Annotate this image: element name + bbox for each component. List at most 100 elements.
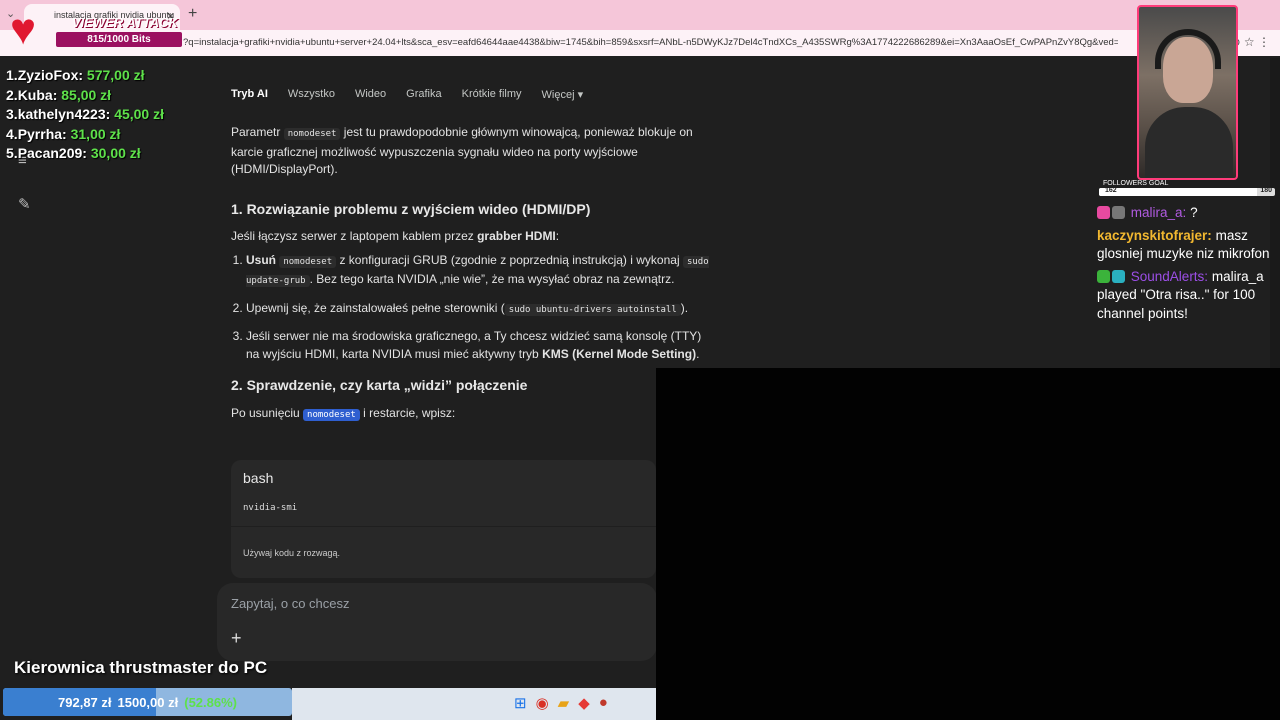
viewer-attack-widget: ♥ VIEWER ATTACK 815/1000 Bits [10,8,185,52]
donation-goal-title: Kierownica thrustmaster do PC [14,658,268,677]
code-language: bash [243,470,274,486]
donor-amount: 85,00 zł [61,86,112,103]
donor-row: 3.kathelyn4223: 45,00 zł [6,105,164,125]
tab-video[interactable]: Wideo [355,88,386,101]
tab-more[interactable]: Więcej ▾ [542,88,584,101]
tab-ai-mode[interactable]: Tryb AI [231,88,268,101]
tab-shorts[interactable]: Krótkie filmy [462,88,522,101]
donor-row: 2.Kuba: 85,00 zł [6,86,164,106]
section-heading-1: 1. Rozwiązanie problemu z wyjściem wideo… [231,200,591,217]
plus-icon[interactable]: + [231,628,242,649]
inline-code: sudo ubuntu-drivers autoinstall [504,303,681,316]
chat-message: SoundAlerts: malira_a played "Otra risa.… [1097,268,1277,324]
app-diamond-icon[interactable]: ◆ [578,694,590,712]
donor-row: 5.Pacan209: 30,00 zł [6,144,164,164]
tab-images[interactable]: Grafika [406,88,441,101]
li2-post: ). [680,300,689,315]
li3-bold: KMS (Kernel Mode Setting) [542,346,697,361]
chat-username[interactable]: kaczynskitofrajer: [1097,228,1212,243]
p1: Jeśli łączysz serwer z laptopem kablem p… [231,228,711,246]
donor-amount: 45,00 zł [114,106,165,122]
viewer-attack-title: VIEWER ATTACK [72,15,178,30]
windows-start-icon[interactable]: ⊞ [514,694,527,712]
app-tomato-icon[interactable]: ● [599,694,608,712]
top-donors: 1.ZyzioFox: 577,00 zł 2.Kuba: 85,00 zł 3… [6,66,164,164]
donor-name: Kuba: [17,86,58,103]
li1-mid: z konfiguracji GRUB (zgodnie z poprzedni… [336,252,683,267]
chat-username[interactable]: malira_a: [1131,205,1187,220]
p2-post: i restarcie, wpisz: [359,405,456,420]
inline-code: nomodeset [283,128,341,140]
goal-current: 792,87 zł [58,694,112,710]
p1-post: : [555,229,560,243]
followers-target: 180 [1260,187,1272,194]
donor-amount: 30,00 zł [90,145,141,161]
goal-percent: (52.86%) [184,694,237,710]
chat-text: ? [1190,205,1198,220]
followers-goal: FOLLOWERS GOAL 162 180 [1099,180,1275,204]
li1-post: . Bez tego karta NVIDIA „nie wie”, że ma… [309,272,675,286]
donor-name: Pacan209: [17,145,87,161]
followers-goal-label: FOLLOWERS GOAL [1103,180,1169,187]
browser-tabstrip: ⌄ instalacja grafiki nvidia ubuntu × + [0,0,1280,30]
donor-name: Pyrrha: [17,125,67,142]
p2: Po usunięciu nomodeset i restarcie, wpis… [231,405,711,425]
verified-badge-icon [1097,269,1110,283]
goal-target: 1500,00 zł [117,694,179,710]
ai-answer: Parametr nomodeset jest tu prawdopodobni… [231,124,711,424]
followers-goal-fill [1099,188,1258,196]
ask-placeholder[interactable]: Zapytaj, o co chcesz [231,596,350,611]
webcam-feed [1137,5,1238,180]
taskbar-icons: ⊞ ◉ ▰ ◆ ● [514,694,608,712]
donor-rank: 1. [6,67,18,83]
donor-name: kathelyn4223: [17,106,111,122]
folder-icon[interactable]: ▰ [558,694,570,712]
edit-icon[interactable]: ✎ [18,195,31,213]
tomato-heart-icon: ♥ [10,5,37,54]
intro-paragraph: Parametr nomodeset jest tu prawdopodobni… [231,124,711,179]
donor-name: ZyzioFox: [17,67,84,83]
bot-badge-icon [1112,269,1125,283]
p1-bold: grabber HDMI [477,229,556,243]
code-block: bash nvidia-smi Używaj kodu z rozwagą. [231,460,656,578]
list-item: Usuń nomodeset z konfiguracji GRUB (zgod… [246,252,711,291]
new-tab-button[interactable]: + [188,5,197,23]
bits-progress: 815/1000 Bits [56,32,182,47]
code-disclaimer: Używaj kodu z rozwagą. [243,548,341,558]
donation-goal-bar: 792,87 zł 1500,00 zł (52.86%) [3,688,292,716]
p2-pre: Po usunięciu [231,405,304,420]
sub-badge-icon [1112,206,1125,219]
p1-pre: Jeśli łączysz serwer z laptopem kablem p… [231,229,478,243]
divider [231,526,656,527]
donor-row: 1.ZyzioFox: 577,00 zł [6,66,164,86]
followers-goal-bar [1099,188,1275,196]
donor-rank: 3. [6,106,18,122]
inline-code: nomodeset [279,255,337,268]
section-heading-2: 2. Sprawdzenie, czy karta „widzi” połącz… [231,377,528,393]
chat-message: kaczynskitofrajer: masz glosniej muzyke … [1097,227,1277,264]
donation-goal-text: 792,87 zł 1500,00 zł (52.86%) [3,688,292,716]
steps-list: Usuń nomodeset z konfiguracji GRUB (zgod… [231,252,711,364]
donor-rank: 2. [6,86,18,103]
selected-inline-code[interactable]: nomodeset [303,408,360,421]
ask-input-box[interactable]: Zapytaj, o co chcesz + [217,583,657,661]
followers-current: 162 [1105,187,1117,194]
search-tabs: Tryb AI Wszystko Wideo Grafika Krótkie f… [231,88,603,101]
donor-amount: 577,00 zł [86,67,145,83]
chat-message: malira_a: ? [1097,204,1277,223]
donor-rank: 4. [6,125,18,142]
url-text[interactable]: ?q=instalacja+grafiki+nvidia+ubuntu+serv… [183,37,1118,48]
donor-amount: 31,00 zł [70,125,121,142]
headphones-icon [1155,29,1221,69]
list-item: Upewnij się, że zainstalowałeś pełne ste… [246,300,711,320]
chrome-icon[interactable]: ◉ [536,694,549,712]
li2-pre: Upewnij się, że zainstalowałeś pełne ste… [246,300,505,315]
chat-username[interactable]: SoundAlerts: [1131,269,1208,284]
tab-all[interactable]: Wszystko [288,88,335,101]
black-overlay [656,368,1280,720]
stream-chat: malira_a: ? kaczynskitofrajer: masz glos… [1097,204,1277,327]
heart-badge-icon [1097,206,1110,219]
address-bar[interactable]: ?q=instalacja+grafiki+nvidia+ubuntu+serv… [0,30,1280,56]
donor-row: 4.Pyrrha: 31,00 zł [6,125,164,145]
code-text[interactable]: nvidia-smi [243,503,297,513]
